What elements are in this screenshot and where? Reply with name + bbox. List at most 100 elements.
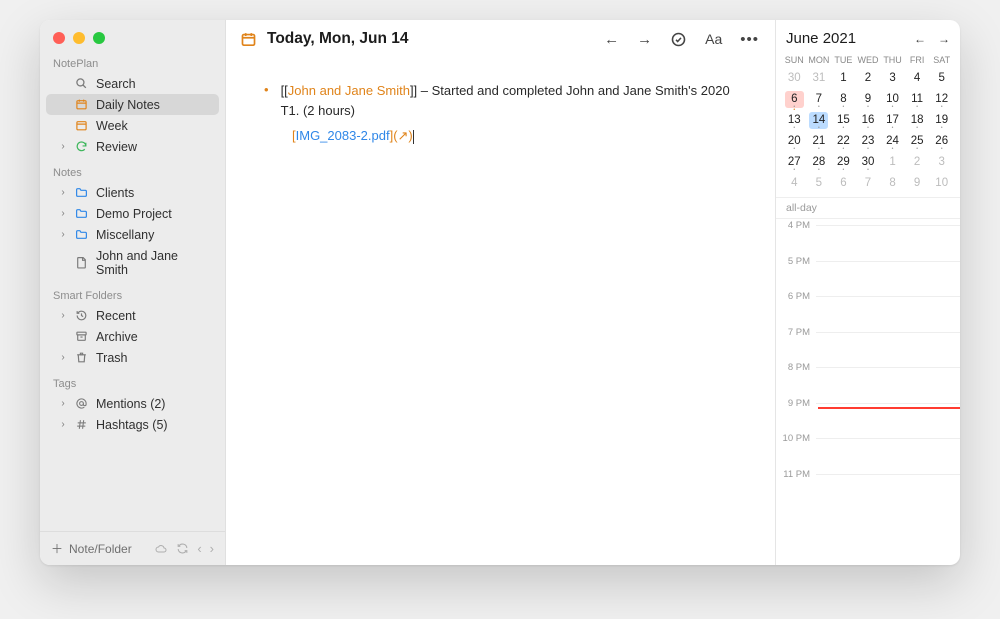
sidebar-note-jj[interactable]: John and Jane Smith — [46, 245, 219, 280]
calendar-day-label: MON — [807, 53, 832, 67]
calendar-day-cell[interactable]: 21• — [807, 130, 832, 151]
attachment-line[interactable]: [IMG_2083-2.pdf](↗) — [264, 126, 745, 146]
calendar-next-button[interactable]: → — [938, 32, 950, 46]
todo-check-button[interactable] — [670, 31, 687, 48]
calendar-day-label: SUN — [782, 53, 807, 67]
calendar-day-cell[interactable]: 3 — [929, 151, 954, 172]
sidebar-recent[interactable]: › Recent — [46, 305, 219, 326]
sidebar-week[interactable]: Week — [46, 115, 219, 136]
format-button[interactable]: Aa — [705, 31, 722, 47]
chevron-right-icon: › — [59, 419, 67, 430]
calendar-day-cell[interactable]: 3 — [880, 67, 905, 88]
new-note-folder-button[interactable]: ＋ Note/Folder — [51, 540, 132, 557]
calendar-day-cell[interactable]: 9 — [905, 172, 930, 193]
timeline-hour-label: 7 PM — [776, 327, 816, 338]
sidebar-review[interactable]: › Review — [46, 136, 219, 157]
chevron-right-icon: › — [59, 310, 67, 321]
calendar-day-cell[interactable]: 5 — [807, 172, 832, 193]
calendar-day-cell[interactable]: 20• — [782, 130, 807, 151]
calendar-day-cell[interactable]: 10• — [880, 88, 905, 109]
sidebar-trash[interactable]: › Trash — [46, 347, 219, 368]
calendar-day-cell[interactable]: 1 — [880, 151, 905, 172]
next-icon[interactable]: › — [210, 541, 214, 556]
trash-icon — [74, 351, 89, 364]
week-label: Week — [96, 119, 206, 133]
calendar-prev-button[interactable]: ← — [914, 32, 926, 46]
timeline-hour-label: 9 PM — [776, 398, 816, 409]
calendar-day-cell[interactable]: 9• — [856, 88, 881, 109]
sidebar-daily-notes[interactable]: Daily Notes — [46, 94, 219, 115]
calendar-day-cell[interactable]: 2 — [856, 67, 881, 88]
nav-forward-button[interactable]: → — [637, 31, 652, 48]
calendar-day-cell[interactable]: 5 — [929, 67, 954, 88]
editor-body[interactable]: • [[John and Jane Smith]] – Started and … — [226, 56, 775, 565]
calendar-day-cell[interactable]: 17• — [880, 109, 905, 130]
calendar-day-cell[interactable]: 16• — [856, 109, 881, 130]
calendar-day-cell[interactable]: 25• — [905, 130, 930, 151]
sidebar-clients[interactable]: › Clients — [46, 182, 219, 203]
cloud-icon[interactable] — [154, 543, 168, 555]
timeline-hour-label: 5 PM — [776, 256, 816, 267]
calendar-day-cell[interactable]: 29• — [831, 151, 856, 172]
calendar-day-cell[interactable]: 2 — [905, 151, 930, 172]
calendar-day-cell[interactable]: 4 — [782, 172, 807, 193]
prev-icon[interactable]: ‹ — [197, 541, 201, 556]
sidebar-mentions[interactable]: › Mentions (2) — [46, 393, 219, 414]
timeline-hour-label: 10 PM — [776, 433, 816, 444]
trash-label: Trash — [96, 351, 206, 365]
calendar-day-cell[interactable]: 28• — [807, 151, 832, 172]
calendar-day-cell[interactable]: 7 — [856, 172, 881, 193]
calendar-grid: SUNMONTUEWEDTHUFRISAT 3031123456••7•8•9•… — [776, 53, 960, 197]
calendar-day-cell[interactable]: 30• — [856, 151, 881, 172]
sidebar-body: NotePlan Search Daily Notes Week — [40, 54, 225, 531]
sidebar-miscellany[interactable]: › Miscellany — [46, 224, 219, 245]
calendar-day-cell[interactable]: 26• — [929, 130, 954, 151]
attachment-filename[interactable]: IMG_2083-2.pdf — [296, 128, 390, 143]
calendar-day-cell[interactable]: 1 — [831, 67, 856, 88]
calendar-day-cell[interactable]: 14• — [807, 109, 832, 130]
calendar-header: June 2021 ← → — [776, 20, 960, 53]
calendar-day-cell[interactable]: 8• — [831, 88, 856, 109]
calendar-day-cell[interactable]: 10 — [929, 172, 954, 193]
note-title[interactable]: Today, Mon, Jun 14 — [267, 30, 594, 48]
calendar-day-cell[interactable]: 7• — [807, 88, 832, 109]
timeline[interactable]: 4 PM5 PM6 PM7 PM8 PM9 PM10 PM11 PM — [776, 219, 960, 565]
calendar-day-cell[interactable]: 6•• — [782, 88, 807, 109]
calendar-day-cell[interactable]: 11• — [905, 88, 930, 109]
window-controls — [40, 20, 225, 54]
calendar-day-cell[interactable]: 27• — [782, 151, 807, 172]
calendar-day-cell[interactable]: 8 — [880, 172, 905, 193]
calendar-day-cell[interactable]: 22• — [831, 130, 856, 151]
calendar-day-cell[interactable]: 18• — [905, 109, 930, 130]
calendar-day-cell[interactable]: 31 — [807, 67, 832, 88]
calendar-day-cell[interactable]: 19• — [929, 109, 954, 130]
calendar-day-cell[interactable]: 30 — [782, 67, 807, 88]
minimize-window-button[interactable] — [73, 32, 85, 44]
wiki-link[interactable]: John and Jane Smith — [288, 83, 410, 98]
calendar-day-cell[interactable]: 6 — [831, 172, 856, 193]
chevron-right-icon: › — [59, 352, 67, 363]
calendar-day-cell[interactable]: 12• — [929, 88, 954, 109]
allday-row[interactable]: all-day — [776, 197, 960, 219]
calendar-day-cell[interactable]: 23• — [856, 130, 881, 151]
calendar-icon — [240, 31, 257, 48]
sidebar-demo-project[interactable]: › Demo Project — [46, 203, 219, 224]
more-button[interactable]: ••• — [740, 31, 759, 48]
sidebar-archive[interactable]: Archive — [46, 326, 219, 347]
zoom-window-button[interactable] — [93, 32, 105, 44]
close-window-button[interactable] — [53, 32, 65, 44]
calendar-day-cell[interactable]: 24• — [880, 130, 905, 151]
calendar-day-icon — [74, 98, 89, 111]
sidebar-search[interactable]: Search — [46, 73, 219, 94]
timeline-hour-gridline — [816, 332, 960, 333]
calendar-day-cell[interactable]: 15• — [831, 109, 856, 130]
link-open-bracket: [[ — [281, 83, 288, 98]
calendar-day-cell[interactable]: 4 — [905, 67, 930, 88]
calendar-day-label: TUE — [831, 53, 856, 67]
bullet-text[interactable]: [[John and Jane Smith]] – Started and co… — [281, 81, 745, 120]
sidebar-hashtags[interactable]: › Hashtags (5) — [46, 414, 219, 435]
nav-back-button[interactable]: ← — [604, 31, 619, 48]
calendar-day-cell[interactable]: 13• — [782, 109, 807, 130]
smart-section-title: Smart Folders — [40, 286, 225, 305]
sync-icon[interactable] — [176, 542, 189, 555]
